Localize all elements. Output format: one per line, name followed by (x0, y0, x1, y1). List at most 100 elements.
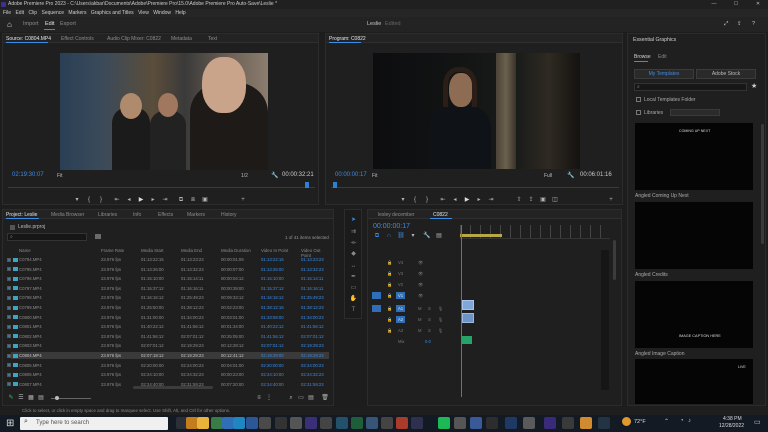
item-label-color-swatch[interactable] (7, 343, 11, 348)
program-add-button-icon[interactable]: + (607, 196, 615, 204)
item-label-color-swatch[interactable] (7, 363, 11, 368)
program-ratio-select[interactable]: Full (544, 173, 552, 179)
item-label-color-swatch[interactable] (7, 295, 11, 300)
app-icon-9[interactable] (411, 417, 423, 429)
file-explorer-icon[interactable] (197, 417, 209, 429)
program-step-forward-icon[interactable]: ▸ (475, 196, 483, 204)
tab-media-browser[interactable]: Media Browser (51, 212, 84, 218)
app-icon-4[interactable] (336, 417, 348, 429)
lock-icon[interactable]: 🔒 (387, 269, 392, 278)
tab-history[interactable]: History (221, 212, 237, 218)
find-icon[interactable]: ⌕ (287, 394, 295, 402)
mic-icon[interactable]: 🎙 (438, 304, 443, 313)
comparison-view-icon[interactable]: ◫ (551, 196, 559, 204)
project-list-item[interactable]: C0797.MP4 23.976 fps 01:15:37:12 01:16:16:1… (7, 285, 329, 292)
col-video-in[interactable]: Video In Point (261, 248, 288, 253)
pen-tool-icon[interactable]: ✒ (349, 273, 358, 282)
track-a1-label[interactable]: A1 (396, 305, 405, 312)
project-list-item[interactable]: C0798.MP4 23.976 fps 01:16:16:12 01:25:49:2… (7, 294, 329, 301)
menu-view[interactable]: View (138, 10, 149, 16)
col-media-end[interactable]: Media End (181, 248, 202, 253)
export-frame-icon[interactable]: ▣ (201, 196, 209, 204)
program-video-frame[interactable] (373, 53, 580, 169)
clip-a3[interactable] (462, 336, 472, 344)
eg-libraries-select[interactable] (670, 109, 720, 116)
razor-icon[interactable]: ◆ (349, 250, 358, 259)
eg-adobe-stock-button[interactable]: Adobe Stock (696, 69, 756, 79)
program-playhead[interactable] (333, 182, 337, 188)
track-v3-label[interactable]: V3 (398, 269, 403, 278)
mark-in-icon[interactable]: { (85, 196, 93, 204)
program-export-frame-icon[interactable]: ▣ (539, 196, 547, 204)
eye-icon[interactable]: 👁 (418, 280, 423, 289)
clip-v1[interactable] (462, 300, 474, 310)
solo-icon[interactable]: S (428, 304, 431, 313)
selection-tool-icon[interactable]: ➤ (349, 216, 358, 225)
app-icon-5[interactable] (351, 417, 363, 429)
wrench-icon[interactable]: 🔧 (271, 172, 278, 179)
mic-icon[interactable]: 🎙 (438, 326, 443, 335)
unreal-icon[interactable] (275, 417, 287, 429)
timeline-ruler[interactable] (460, 225, 610, 239)
project-list-item[interactable]: C0802.MP4 23.976 fps 01:41:56:12 02:07:01:1… (7, 333, 329, 340)
tab-text[interactable]: Text (208, 36, 217, 42)
source-playhead[interactable] (305, 182, 309, 188)
project-list-item[interactable]: C0806.MP4 23.976 fps 02:24:10:00 02:24:32:2… (7, 371, 329, 378)
program-go-out-icon[interactable]: ⇥ (487, 196, 495, 204)
app-icon-13[interactable] (523, 417, 535, 429)
lock-icon[interactable]: 🔒 (387, 326, 392, 335)
program-timecode-in[interactable]: 00:00:00:17 (335, 172, 367, 178)
source-timecode-in[interactable]: 02:19:30:07 (12, 172, 44, 178)
solo-icon[interactable]: S (428, 315, 431, 324)
taskbar-temperature[interactable]: 72°F (634, 419, 646, 425)
photoshop-icon[interactable] (505, 417, 517, 429)
project-list-item[interactable]: C0799.MP4 23.976 fps 01:25:50:00 01:28:12:2… (7, 304, 329, 311)
slip-icon[interactable]: ↔ (349, 262, 358, 271)
tab-import[interactable]: Import (23, 17, 39, 32)
solo-icon[interactable]: S (428, 326, 431, 335)
timeline-tracks-area[interactable] (460, 225, 610, 400)
item-label-color-swatch[interactable] (7, 276, 11, 281)
template-thumb-2[interactable] (635, 202, 753, 269)
lock-icon[interactable]: 🔒 (387, 280, 392, 289)
app-icon-6[interactable] (366, 417, 378, 429)
col-name[interactable]: Name (19, 248, 31, 253)
ripple-edit-icon[interactable]: ⟛ (349, 239, 358, 248)
eye-icon[interactable]: 👁 (418, 258, 423, 267)
program-play-icon[interactable]: ▶ (463, 196, 471, 204)
zoom-slider[interactable] (51, 396, 91, 400)
new-bin-icon[interactable] (95, 234, 101, 239)
mix-value[interactable]: 0.0 (425, 337, 431, 346)
project-search-input[interactable]: ⌕ (7, 233, 87, 241)
item-label-color-swatch[interactable] (7, 334, 11, 339)
app-icon-10[interactable] (454, 417, 466, 429)
eg-my-templates-button[interactable]: My Templates (634, 69, 694, 79)
icon-view-icon[interactable]: ▦ (27, 394, 35, 402)
source-video-frame[interactable] (60, 53, 268, 170)
source-scrub-bar[interactable] (8, 182, 315, 188)
eye-icon[interactable]: 👁 (418, 269, 423, 278)
lock-icon[interactable]: 🔒 (387, 258, 392, 267)
program-wrench-icon[interactable]: 🔧 (567, 172, 574, 179)
clip-a1[interactable] (462, 313, 474, 323)
timeline-settings-icon[interactable]: 🔧 (423, 232, 431, 240)
lift-icon[interactable]: ⇧ (515, 196, 523, 204)
program-step-back-icon[interactable]: ◂ (451, 196, 459, 204)
source-ratio-select[interactable]: 1/2 (241, 173, 248, 179)
volume-icon[interactable]: ♪ (688, 418, 691, 424)
tab-metadata[interactable]: Metadata (171, 36, 192, 42)
mute-icon[interactable]: M (418, 315, 422, 324)
windows-start-icon[interactable]: ⊞ (6, 418, 14, 429)
menu-help[interactable]: Help (175, 10, 185, 16)
tab-audio-clip-mixer[interactable]: Audio Clip Mixer: C0822 (107, 36, 161, 42)
eg-star-icon[interactable]: ★ (751, 82, 757, 90)
lock-icon[interactable]: 🔒 (387, 304, 392, 313)
project-list-item[interactable]: C0796.MP4 23.976 fps 01:15:10:00 01:15:14:1… (7, 275, 329, 282)
item-label-color-swatch[interactable] (7, 353, 11, 358)
zoom-slider-knob[interactable] (55, 396, 59, 400)
notification-icon[interactable]: ▭ (754, 418, 761, 426)
taskbar-date[interactable]: 12/28/2022 (719, 423, 744, 429)
linked-icon[interactable]: ⛓ (397, 232, 405, 240)
tab-export[interactable]: Export (60, 17, 76, 32)
program-marker-icon[interactable]: ▾ (399, 196, 407, 204)
